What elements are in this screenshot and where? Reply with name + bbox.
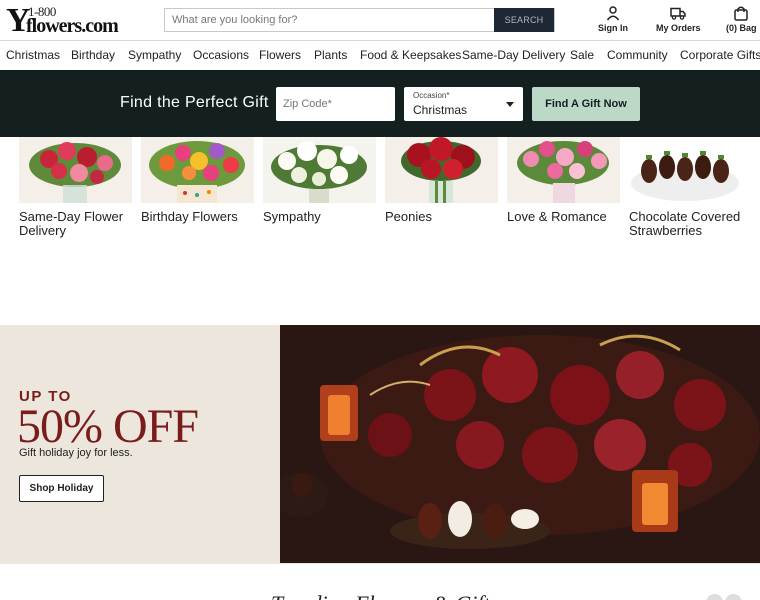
category-tile-chocolate-strawberries[interactable]: Chocolate Covered Strawberries	[629, 137, 742, 238]
carousel-arrows	[704, 594, 742, 600]
nav-item-sale[interactable]: Sale	[570, 48, 594, 62]
main-nav: Christmas Birthday Sympathy Occasions Fl…	[0, 40, 760, 70]
search-input[interactable]	[165, 9, 495, 31]
gift-finder-bar: Find the Perfect Gift Occasion* Christma…	[0, 70, 760, 137]
chevron-down-icon	[506, 102, 514, 107]
arrow-left-icon[interactable]	[706, 594, 723, 600]
nav-item-corporate-gifts[interactable]: Corporate Gifts	[680, 48, 760, 62]
category-tile-same-day[interactable]: Same-Day Flower Delivery	[19, 137, 132, 238]
section-divider	[0, 563, 760, 564]
promo-text-panel: UP TO 50% OFF Gift holiday joy for less.…	[0, 325, 280, 563]
shop-holiday-button[interactable]: Shop Holiday	[19, 475, 104, 502]
category-label: Sympathy	[263, 209, 321, 224]
promo-image	[280, 325, 760, 563]
occasion-value: Christmas	[413, 103, 468, 117]
category-tile-birthday[interactable]: Birthday Flowers	[141, 137, 254, 224]
truck-icon	[670, 7, 687, 20]
trending-section-title: Trending Flowers & Gifts	[271, 591, 498, 600]
category-image	[507, 137, 620, 203]
category-image	[141, 137, 254, 203]
nav-item-community[interactable]: Community	[607, 48, 668, 62]
promo-headline: 50% OFF	[17, 400, 199, 453]
category-label: Peonies	[385, 209, 432, 224]
category-tile-peonies[interactable]: Peonies	[385, 137, 498, 224]
site-header: Y 1-800 flowers.com SEARCH Sign In My Or…	[0, 0, 760, 40]
occasion-select[interactable]: Occasion* Christmas	[404, 87, 523, 121]
user-icon	[606, 6, 620, 21]
arrow-right-icon[interactable]	[725, 594, 742, 600]
nav-item-plants[interactable]: Plants	[314, 48, 347, 62]
occasion-label: Occasion*	[413, 91, 450, 100]
bag-link[interactable]: (0) Bag	[726, 5, 757, 35]
search-bar: SEARCH	[164, 8, 555, 32]
find-gift-button[interactable]: Find A Gift Now	[532, 87, 640, 121]
logo-wordmark: flowers.com	[26, 15, 119, 37]
zip-code-input[interactable]	[276, 87, 395, 121]
sign-in-link[interactable]: Sign In	[598, 5, 628, 35]
nav-item-flowers[interactable]: Flowers	[259, 48, 301, 62]
sign-in-label: Sign In	[598, 23, 628, 33]
bag-icon	[734, 6, 748, 21]
nav-item-birthday[interactable]: Birthday	[71, 48, 115, 62]
my-orders-link[interactable]: My Orders	[656, 5, 701, 35]
gift-finder-title: Find the Perfect Gift	[120, 94, 269, 111]
category-label: Same-Day Flower Delivery	[19, 209, 124, 238]
category-label: Birthday Flowers	[141, 209, 238, 224]
nav-item-food-keepsakes[interactable]: Food & Keepsakes	[360, 48, 461, 62]
nav-item-sympathy[interactable]: Sympathy	[128, 48, 181, 62]
holiday-promo-banner: UP TO 50% OFF Gift holiday joy for less.…	[0, 325, 760, 563]
category-image	[629, 137, 742, 203]
my-orders-label: My Orders	[656, 23, 701, 33]
category-label: Chocolate Covered Strawberries	[629, 209, 741, 238]
nav-item-christmas[interactable]: Christmas	[6, 48, 60, 62]
bag-label: (0) Bag	[726, 23, 757, 33]
nav-item-occasions[interactable]: Occasions	[193, 48, 249, 62]
category-tile-love-romance[interactable]: Love & Romance	[507, 137, 620, 224]
search-button[interactable]: SEARCH	[494, 8, 554, 32]
category-tile-sympathy[interactable]: Sympathy	[263, 137, 376, 224]
category-label: Love & Romance	[507, 209, 607, 224]
category-image	[263, 137, 376, 203]
category-image	[19, 137, 132, 203]
site-logo[interactable]: Y 1-800 flowers.com	[6, 2, 119, 39]
promo-subtitle: Gift holiday joy for less.	[19, 447, 133, 459]
category-image	[385, 137, 498, 203]
nav-item-same-day-delivery[interactable]: Same-Day Delivery	[462, 48, 565, 62]
